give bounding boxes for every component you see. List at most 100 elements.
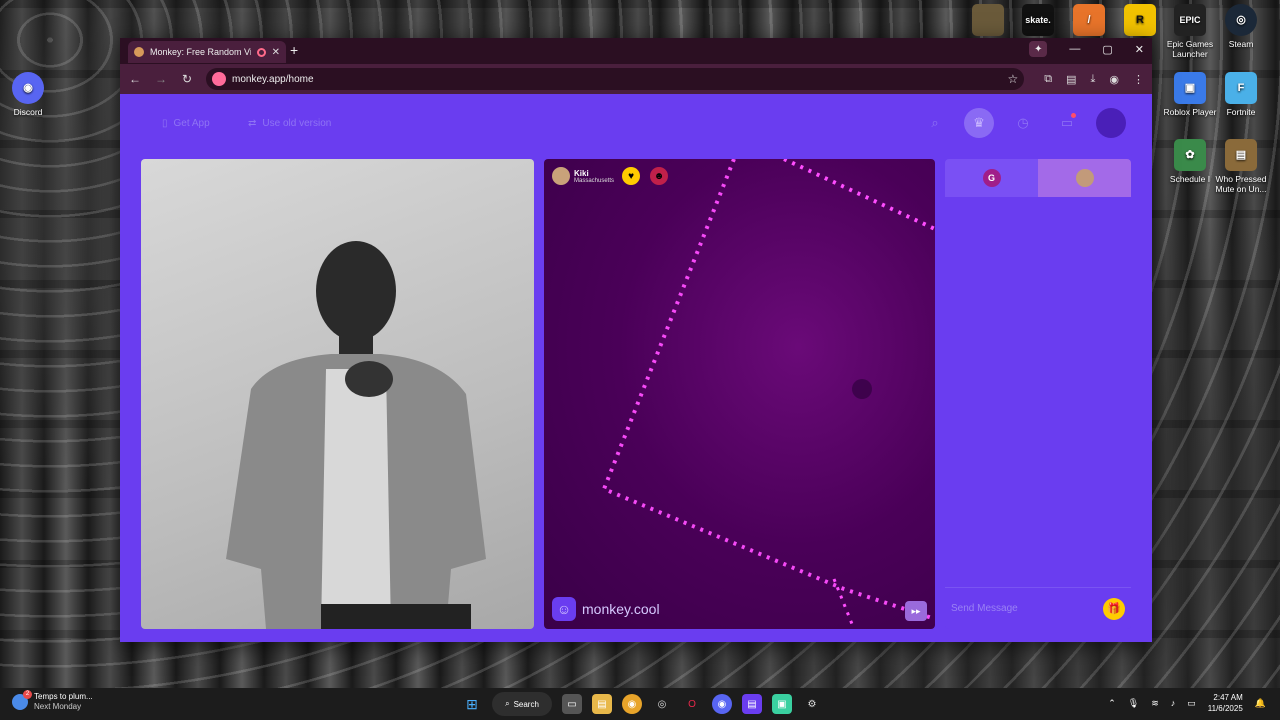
weather-title: Temps to plum... xyxy=(34,692,93,701)
search-icon[interactable]: ⌕ xyxy=(920,108,950,138)
desktop-icon-label: Steam xyxy=(1228,39,1254,49)
desktop-icon-label: Roblox Player xyxy=(1163,107,1217,117)
chevron-up-icon[interactable]: ⌃ xyxy=(1108,698,1116,709)
desktop-icon-label: Who Pressed Mute on Un... xyxy=(1215,174,1267,194)
weather-icon: 2 xyxy=(12,690,32,710)
profile-icon[interactable]: ◉ xyxy=(1109,73,1119,86)
history-icon[interactable]: ◷ xyxy=(1008,108,1038,138)
clock-date: 11/6/2025 xyxy=(1207,704,1243,713)
close-tab-icon[interactable]: ✕ xyxy=(272,47,280,58)
notifications-icon[interactable]: 🔔 xyxy=(1255,698,1266,709)
taskbar: 2 Temps to plum... Next Monday ⊞ ⌕ Searc… xyxy=(0,688,1280,720)
steam-taskbar-icon[interactable]: ◎ xyxy=(652,694,672,714)
app-settings-icon[interactable]: ⚙ xyxy=(802,694,822,714)
desktop-icon-schedule-1[interactable]: ✿ Schedule I xyxy=(1162,139,1218,184)
get-app-label: Get App xyxy=(173,118,210,129)
desktop-icon-epic-games[interactable]: EPIC Epic Games Launcher xyxy=(1162,4,1218,59)
app-green-icon[interactable]: ▣ xyxy=(772,694,792,714)
user-avatar xyxy=(1075,169,1094,187)
notification-dot xyxy=(1071,113,1076,118)
remote-user-location: Massachusetts xyxy=(574,177,615,184)
back-button[interactable]: ← xyxy=(128,72,142,86)
weather-subtitle: Next Monday xyxy=(34,702,82,711)
site-info-icon[interactable] xyxy=(212,72,226,86)
gift-button[interactable]: 🎁 xyxy=(1103,597,1125,620)
opera-icon[interactable]: O xyxy=(682,694,702,714)
discord-taskbar-icon[interactable]: ◉ xyxy=(712,694,732,714)
remote-user-name: Kiki xyxy=(574,168,589,178)
message-input-bar: Send Message 🎁 xyxy=(945,587,1131,629)
emoji-badge-icon: ♥ xyxy=(622,167,641,185)
mic-icon[interactable]: 🎙 xyxy=(1128,698,1139,709)
steam-icon: ◎ xyxy=(1225,4,1257,36)
crown-icon[interactable]: ♛ xyxy=(964,108,994,138)
use-old-version-label: Use old version xyxy=(262,118,332,129)
desktop-icon-roblox[interactable]: ▣ Roblox Player xyxy=(1162,72,1218,117)
browser-tab-monkey[interactable]: Monkey: Free Random Vide ✕ xyxy=(128,41,286,63)
new-tab-button[interactable]: + xyxy=(290,42,298,58)
bookmark-star-icon[interactable]: ☆ xyxy=(1007,72,1018,86)
desktop-icon-fortnite[interactable]: F Fortnite xyxy=(1213,72,1269,117)
chat-tab-user[interactable] xyxy=(1038,159,1131,197)
game-slash-icon: / xyxy=(1073,4,1105,36)
get-app-link[interactable]: ▯ Get App xyxy=(162,118,210,129)
remote-user-tag[interactable]: Kiki Massachusetts ♥ ☻ xyxy=(552,167,669,185)
character-badge-icon: ☻ xyxy=(650,167,669,185)
maximize-button[interactable]: ▢ xyxy=(1102,43,1112,56)
desktop-icon-rockstar[interactable]: R xyxy=(1112,4,1168,39)
monkey-logo-icon: ☺ xyxy=(552,597,576,621)
extensions-icon[interactable]: ⧉ xyxy=(1044,73,1052,86)
volume-icon[interactable]: ♪ xyxy=(1171,698,1176,708)
menu-icon[interactable]: ⋮ xyxy=(1133,73,1144,86)
remote-user-avatar xyxy=(552,167,570,185)
discord-icon: ◉ xyxy=(12,72,44,104)
header-icons: ⌕ ♛ ◷ ▭ xyxy=(920,108,1126,138)
brand-text: monkey.cool xyxy=(582,601,660,617)
remote-video: Kiki Massachusetts ♥ ☻ ☺ monkey.cool ▸▸ xyxy=(544,159,935,629)
chat-bubble-icon[interactable]: ▭ xyxy=(1052,108,1082,138)
chrome-icon[interactable]: ◉ xyxy=(622,694,642,714)
gemini-icon[interactable]: ✦ xyxy=(1029,41,1048,57)
file-explorer-icon[interactable]: ▤ xyxy=(592,694,612,714)
led-lights-graphic xyxy=(601,159,935,629)
task-view-icon[interactable]: ▭ xyxy=(562,694,582,714)
desktop-icon-who-pressed-mute[interactable]: ▤ Who Pressed Mute on Un... xyxy=(1213,139,1269,194)
taskbar-search[interactable]: ⌕ Search xyxy=(492,692,552,716)
app-purple-icon[interactable]: ▤ xyxy=(742,694,762,714)
close-window-button[interactable]: ✕ xyxy=(1135,43,1144,56)
chat-tab-group[interactable]: G xyxy=(945,159,1038,197)
page-header: ▯ Get App ⇄ Use old version ⌕ ♛ ◷ ▭ xyxy=(120,94,1152,154)
clock[interactable]: 2:47 AM 11/6/2025 xyxy=(1208,692,1243,714)
windows-start-icon[interactable]: ⊞ xyxy=(462,694,482,714)
monkey-favicon-icon xyxy=(134,47,144,57)
wifi-icon[interactable]: ≋ xyxy=(1151,698,1159,709)
browser-window: Monkey: Free Random Vide ✕ + ✦ — ▢ ✕ ← →… xyxy=(120,38,1152,642)
browser-toolbar: ← → ↻ monkey.app/home ☆ ⧉ ▤ ⤓ ◉ ⋮ xyxy=(120,64,1152,94)
desktop-icon-game-3[interactable]: / xyxy=(1061,4,1117,39)
desktop-icon-steam[interactable]: ◎ Steam xyxy=(1213,4,1269,49)
desktop-icon-skate[interactable]: skate. xyxy=(1010,4,1066,39)
avatar[interactable] xyxy=(1096,108,1126,138)
skate-icon: skate. xyxy=(1022,4,1054,36)
taskbar-apps: ⊞ ⌕ Search ▭ ▤ ◉ ◎ O ◉ ▤ ▣ ⚙ xyxy=(462,692,822,716)
use-old-version-link[interactable]: ⇄ Use old version xyxy=(248,118,331,129)
sidebar-icon[interactable]: ▤ xyxy=(1066,73,1076,86)
desktop-icon-discord[interactable]: ◉ Discord xyxy=(0,72,56,117)
download-icon[interactable]: ⤓ xyxy=(1091,73,1096,86)
epic-games-icon: EPIC xyxy=(1174,4,1206,36)
desktop-icon-label: Epic Games Launcher xyxy=(1166,39,1214,59)
forward-button[interactable]: → xyxy=(154,72,168,86)
reload-button[interactable]: ↻ xyxy=(180,72,194,86)
address-bar[interactable]: monkey.app/home ☆ xyxy=(206,68,1025,90)
weather-widget[interactable]: 2 Temps to plum... Next Monday xyxy=(12,690,93,712)
desktop-icon-game-1[interactable] xyxy=(960,4,1016,39)
send-message-input[interactable]: Send Message xyxy=(951,603,1103,614)
window-controls: ✦ — ▢ ✕ xyxy=(1029,41,1144,57)
minimize-button[interactable]: — xyxy=(1069,43,1080,55)
clock-time: 2:47 AM xyxy=(1213,693,1243,702)
recording-icon xyxy=(256,47,266,57)
next-button[interactable]: ▸▸ xyxy=(905,601,927,621)
chat-tabs: G xyxy=(945,159,1131,197)
rockstar-icon: R xyxy=(1124,4,1156,36)
battery-icon[interactable]: ▭ xyxy=(1187,698,1196,709)
